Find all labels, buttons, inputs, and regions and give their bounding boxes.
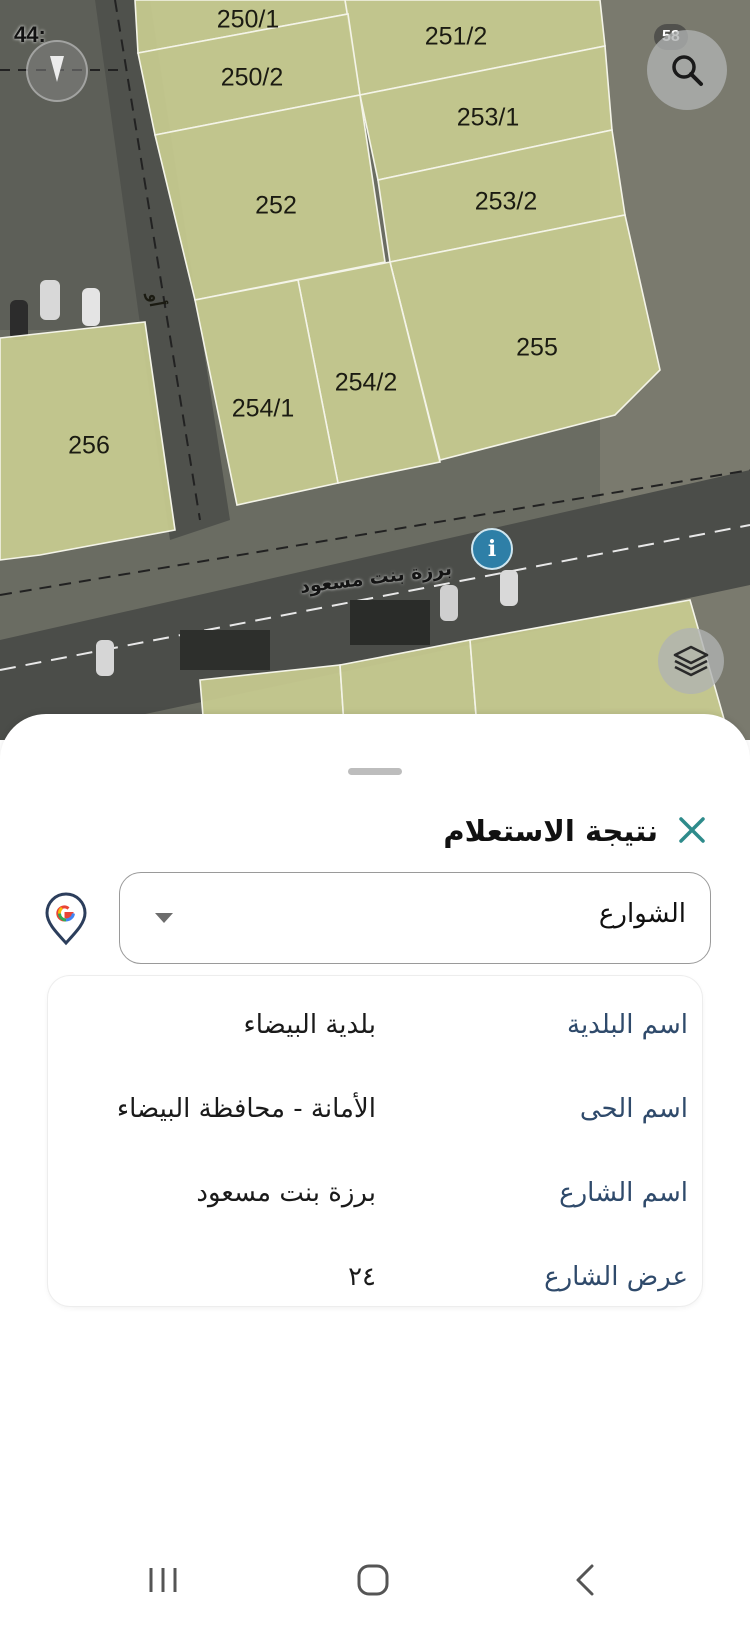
layers-button[interactable] <box>658 628 724 694</box>
parcel-label[interactable]: 255 <box>516 334 558 363</box>
parcel-label[interactable]: 251/2 <box>425 23 488 52</box>
info-row-municipality: اسم البلدية بلدية البيضاء <box>48 994 702 1054</box>
parcel-label[interactable]: 253/1 <box>457 104 520 133</box>
row-label: اسم البلدية <box>567 1010 688 1040</box>
layer-type-dropdown[interactable]: الشوارع <box>119 872 711 964</box>
street-info-card: اسم البلدية بلدية البيضاء اسم الحى الأما… <box>48 976 702 1306</box>
row-label: اسم الحى <box>579 1094 688 1124</box>
home-icon <box>357 1564 389 1596</box>
recent-apps-icon <box>149 1568 177 1592</box>
sheet-title: نتيجة الاستعلام <box>443 814 658 848</box>
home-button[interactable] <box>328 1545 418 1615</box>
info-row-street-name: اسم الشارع برزة بنت مسعود <box>48 1162 702 1222</box>
parcel-label[interactable]: 254/1 <box>232 395 295 424</box>
info-row-street-width: عرض الشارع ٢٤ <box>48 1246 702 1306</box>
sheet-drag-handle[interactable] <box>348 768 402 775</box>
parcel-label[interactable]: 252 <box>255 192 297 221</box>
result-bottom-sheet: نتيجة الاستعلام الشوارع اسم البلدية بلدي… <box>0 714 750 1625</box>
google-maps-button[interactable] <box>44 892 88 946</box>
dropdown-selected-value: الشوارع <box>598 899 686 929</box>
row-value: الأمانة - محافظة البيضاء <box>116 1094 376 1124</box>
layers-icon <box>673 645 709 677</box>
parcel-label[interactable]: 250/1 <box>217 6 280 35</box>
info-icon[interactable]: i <box>471 528 513 570</box>
map-view[interactable]: 250/1 251/2 250/2 253/1 252 253/2 255 25… <box>0 0 750 740</box>
parcel-label[interactable]: 253/2 <box>475 188 538 217</box>
recent-apps-button[interactable] <box>118 1545 208 1615</box>
search-button[interactable] <box>647 30 727 110</box>
back-button[interactable] <box>540 1545 630 1615</box>
row-value: بلدية البيضاء <box>243 1010 376 1040</box>
info-row-district: اسم الحى الأمانة - محافظة البيضاء <box>48 1078 702 1138</box>
close-icon <box>679 817 705 843</box>
row-value: برزة بنت مسعود <box>196 1178 376 1208</box>
row-value: ٢٤ <box>348 1262 376 1292</box>
parcel-label[interactable]: 250/2 <box>221 64 284 93</box>
search-icon <box>672 55 703 86</box>
parcel-label[interactable]: 256 <box>68 432 110 461</box>
back-icon <box>576 1564 594 1596</box>
row-label: اسم الشارع <box>559 1178 688 1208</box>
close-button[interactable] <box>672 810 712 850</box>
system-navigation-bar <box>0 1545 750 1625</box>
compass-icon[interactable] <box>26 40 88 102</box>
row-label: عرض الشارع <box>544 1262 688 1292</box>
parcel-label[interactable]: 254/2 <box>335 369 398 398</box>
google-icon <box>45 892 87 946</box>
chevron-down-icon <box>155 913 173 923</box>
